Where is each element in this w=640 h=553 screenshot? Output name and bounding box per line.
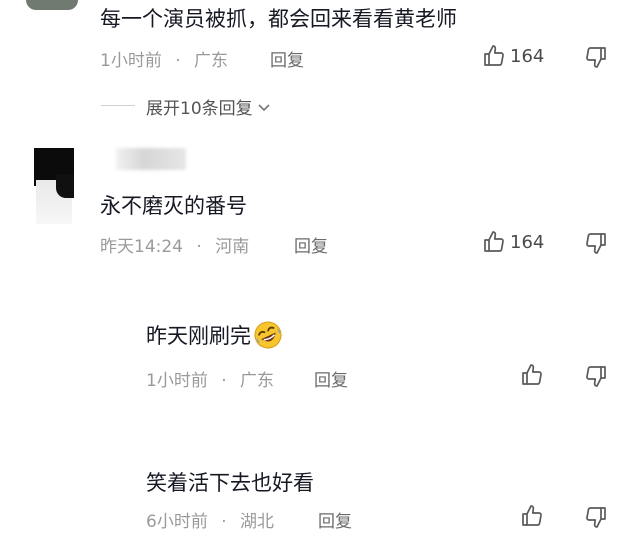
dislike-button[interactable] (584, 231, 608, 255)
comment-time: 1小时前 (100, 51, 162, 71)
reply-text: 昨天刚刷完 (146, 324, 251, 348)
reply-text-row: 昨天刚刷完 (146, 320, 283, 350)
username[interactable] (116, 148, 186, 170)
comment-location: 河南 (215, 237, 250, 257)
reply-button[interactable]: 回复 (294, 232, 328, 257)
rolling-laughing-emoji (254, 321, 282, 349)
reply-text: 笑着活下去也好看 (146, 471, 314, 495)
like-button[interactable]: 164 (482, 230, 544, 254)
reply-button[interactable]: 回复 (314, 366, 348, 391)
like-button[interactable]: 164 (482, 44, 544, 68)
thumbs-down-icon (586, 47, 606, 68)
comment-meta: 昨天14:24 · 河南 (100, 232, 249, 257)
thumbs-down-icon (586, 366, 606, 387)
reply-location: 湖北 (240, 512, 275, 532)
thumbs-up-icon (522, 364, 542, 385)
expand-replies-label: 展开10条回复 (146, 99, 253, 119)
reply-button[interactable]: 回复 (318, 507, 352, 532)
chevron-down-icon (258, 103, 270, 111)
dislike-button[interactable] (584, 45, 608, 69)
like-button[interactable] (520, 363, 544, 387)
separator-dot: · (175, 51, 181, 71)
thumbs-down-icon (586, 507, 606, 528)
thumbs-up-icon (484, 231, 504, 252)
comment-text: 永不磨灭的番号 (100, 194, 247, 218)
dislike-button[interactable] (584, 364, 608, 388)
thumbs-down-icon (586, 233, 606, 254)
divider (101, 105, 135, 106)
like-button[interactable] (520, 504, 544, 528)
reply-location: 广东 (240, 371, 275, 391)
comment-time: 昨天14:24 (100, 237, 183, 257)
avatar[interactable] (34, 148, 74, 224)
like-count: 164 (510, 231, 545, 253)
comment-location: 广东 (194, 51, 229, 71)
reply-meta: 1小时前 · 广东 (146, 366, 274, 391)
expand-replies-button[interactable]: 展开10条回复 (146, 94, 273, 119)
dislike-button[interactable] (584, 505, 608, 529)
separator-dot: · (221, 512, 227, 532)
reply-time: 1小时前 (146, 371, 208, 391)
thumbs-up-icon (522, 505, 542, 526)
reply-time: 6小时前 (146, 512, 208, 532)
separator-dot: · (196, 237, 202, 257)
reply-button[interactable]: 回复 (270, 46, 304, 71)
comment-text: 每一个演员被抓，都会回来看看黄老师 (100, 7, 457, 31)
like-count: 164 (510, 45, 545, 67)
thumbs-up-icon (484, 45, 504, 66)
comment-meta: 1小时前 · 广东 (100, 46, 228, 71)
avatar[interactable] (26, 0, 78, 10)
separator-dot: · (221, 371, 227, 391)
reply-meta: 6小时前 · 湖北 (146, 507, 274, 532)
